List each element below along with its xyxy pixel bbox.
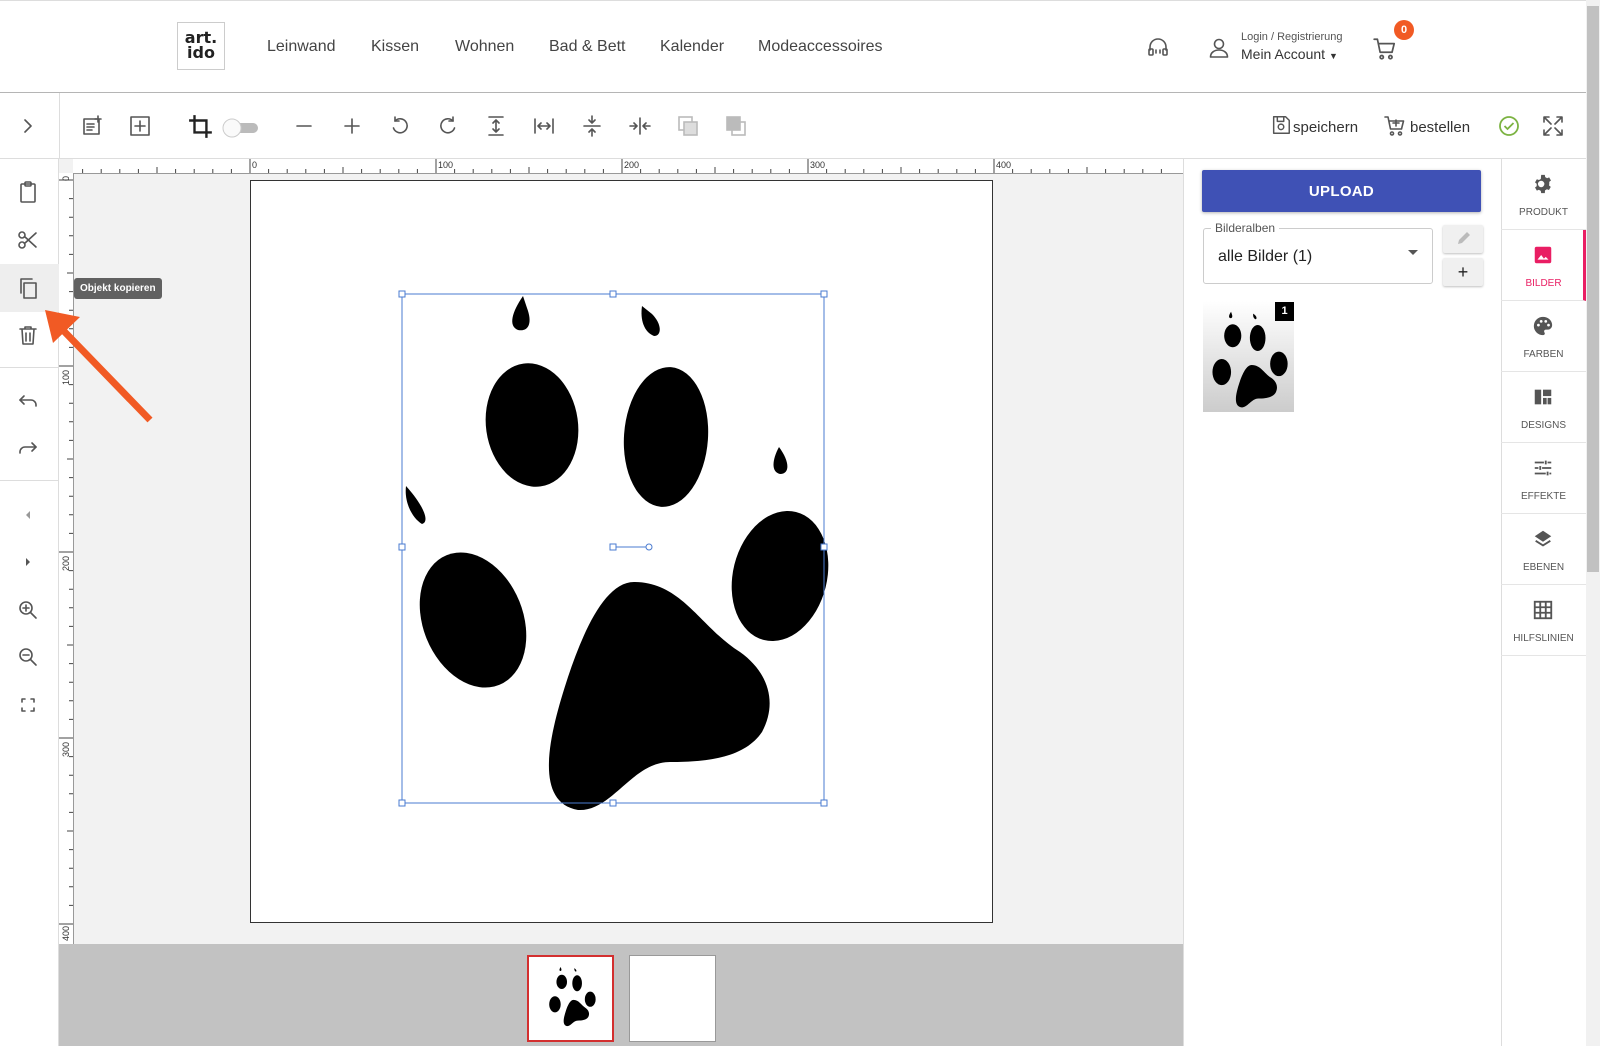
nav-tab-ebenen[interactable]: EBENEN [1501, 514, 1586, 585]
ruler-label: 200 [624, 160, 640, 170]
center-vertical-icon[interactable] [580, 114, 604, 138]
send-backward-icon[interactable] [676, 114, 700, 138]
ruler-label: 300 [61, 741, 71, 757]
nav-tab-bilder[interactable]: BILDER [1501, 230, 1586, 301]
nav-wohnen[interactable]: Wohnen [455, 38, 514, 56]
trash-icon[interactable] [16, 323, 40, 347]
annotation-arrow [40, 305, 155, 425]
zoom-in-plus-icon[interactable] [340, 114, 364, 138]
logo[interactable]: art. ido [177, 22, 225, 70]
copy-icon[interactable] [16, 276, 40, 300]
fit-screen-icon[interactable] [16, 693, 40, 717]
nav-leinwand[interactable]: Leinwand [267, 38, 336, 56]
center-horizontal-icon[interactable] [628, 114, 652, 138]
undo-icon[interactable] [16, 390, 40, 414]
nav-tab-produkt[interactable]: PRODUKT [1501, 159, 1586, 230]
headset-icon[interactable] [1146, 36, 1170, 60]
zoom-in-icon[interactable] [16, 598, 40, 622]
scrollbar-thumb[interactable] [1587, 6, 1599, 572]
sidebar-divider [0, 480, 59, 481]
redo-icon[interactable] [16, 437, 40, 461]
nav-tab-hilfslinien[interactable]: HILFSLINIEN [1501, 585, 1586, 656]
nav-tab-label: HILFSLINIEN [1513, 633, 1574, 644]
rotate-right-icon[interactable] [436, 114, 460, 138]
ruler-label: 100 [438, 160, 454, 170]
ruler-label: 200 [61, 555, 71, 571]
previous-arrow-icon[interactable] [16, 503, 40, 527]
nav-tab-label: EBENEN [1522, 562, 1565, 573]
caret-down-icon: ▼ [1328, 51, 1338, 61]
paste-clipboard-icon[interactable] [16, 180, 40, 204]
save-icon[interactable] [1270, 114, 1294, 138]
toolbar-divider [59, 93, 60, 159]
layers-icon [1534, 530, 1552, 547]
stretch-vertical-icon[interactable] [484, 114, 508, 138]
cart-count-badge: 0 [1394, 20, 1414, 40]
next-arrow-icon[interactable] [16, 550, 40, 574]
copy-tooltip: Objekt kopieren [74, 278, 162, 299]
add-text-icon[interactable] [80, 114, 104, 138]
account-menu[interactable]: Mein Account ▼ [1241, 46, 1338, 62]
account-login-label[interactable]: Login / Registrierung [1241, 31, 1343, 43]
stretch-horizontal-icon[interactable] [532, 114, 556, 138]
nav-tab-label: PRODUKT [1519, 207, 1568, 218]
album-select-label: Bilderalben [1211, 221, 1280, 235]
selection-box[interactable] [398, 290, 828, 807]
ruler-label: 400 [61, 925, 71, 941]
expand-chevron-icon[interactable] [16, 114, 40, 138]
logo-line2: ido [187, 43, 215, 62]
ruler-label: 0 [61, 175, 71, 181]
page-thumb-2[interactable] [629, 955, 716, 1042]
user-icon[interactable] [1207, 36, 1231, 60]
images-panel [1183, 159, 1501, 1046]
palette-icon [1533, 316, 1553, 336]
order-button[interactable]: bestellen [1410, 119, 1470, 136]
add-album-button[interactable]: + [1443, 258, 1483, 286]
add-element-icon[interactable] [128, 114, 152, 138]
crop-toggle[interactable] [222, 118, 262, 138]
ruler-label: 300 [810, 160, 826, 170]
check-circle-icon[interactable] [1497, 114, 1521, 138]
nav-tab-label: BILDER [1525, 278, 1562, 289]
fullscreen-icon[interactable] [1541, 114, 1565, 138]
crop-icon[interactable] [188, 114, 212, 138]
album-select-value: alle Bilder (1) [1218, 248, 1313, 265]
image-usage-badge: 1 [1275, 302, 1294, 321]
nav-kissen[interactable]: Kissen [371, 38, 419, 56]
grid-icon [1533, 600, 1553, 620]
page-strip [59, 944, 1183, 1046]
layout-icon [1534, 389, 1552, 405]
ruler-label: 400 [996, 160, 1012, 170]
bring-forward-icon[interactable] [724, 114, 748, 138]
zoom-out-icon[interactable] [16, 645, 40, 669]
image-icon [1534, 246, 1552, 264]
sliders-icon [1534, 460, 1552, 476]
nav-tab-label: FARBEN [1523, 349, 1564, 360]
nav-kalender[interactable]: Kalender [660, 38, 724, 56]
save-button[interactable]: speichern [1293, 119, 1358, 136]
page-thumb-1[interactable] [527, 955, 614, 1042]
nav-bad-bett[interactable]: Bad & Bett [549, 38, 626, 56]
rotate-left-icon[interactable] [388, 114, 412, 138]
nav-tab-effekte[interactable]: EFFEKTE [1501, 443, 1586, 514]
ruler-label: 0 [252, 160, 258, 170]
edit-album-button[interactable] [1443, 225, 1483, 253]
gear-icon [1535, 174, 1551, 194]
nav-tab-farben[interactable]: FARBEN [1501, 301, 1586, 372]
zoom-out-minus-icon[interactable] [292, 114, 316, 138]
cart-icon[interactable] [1372, 36, 1398, 62]
nav-tab-label: EFFEKTE [1520, 491, 1566, 502]
nav-modeaccessoires[interactable]: Modeaccessoires [758, 38, 883, 56]
upload-button[interactable]: UPLOAD [1202, 170, 1481, 212]
nav-tab-designs[interactable]: DESIGNS [1501, 372, 1586, 443]
account-menu-label: Mein Account [1241, 46, 1326, 62]
dropdown-caret-icon[interactable] [1406, 248, 1420, 258]
nav-tab-label: DESIGNS [1520, 420, 1566, 431]
order-cart-icon[interactable] [1384, 114, 1408, 138]
scissors-icon[interactable] [16, 228, 40, 252]
